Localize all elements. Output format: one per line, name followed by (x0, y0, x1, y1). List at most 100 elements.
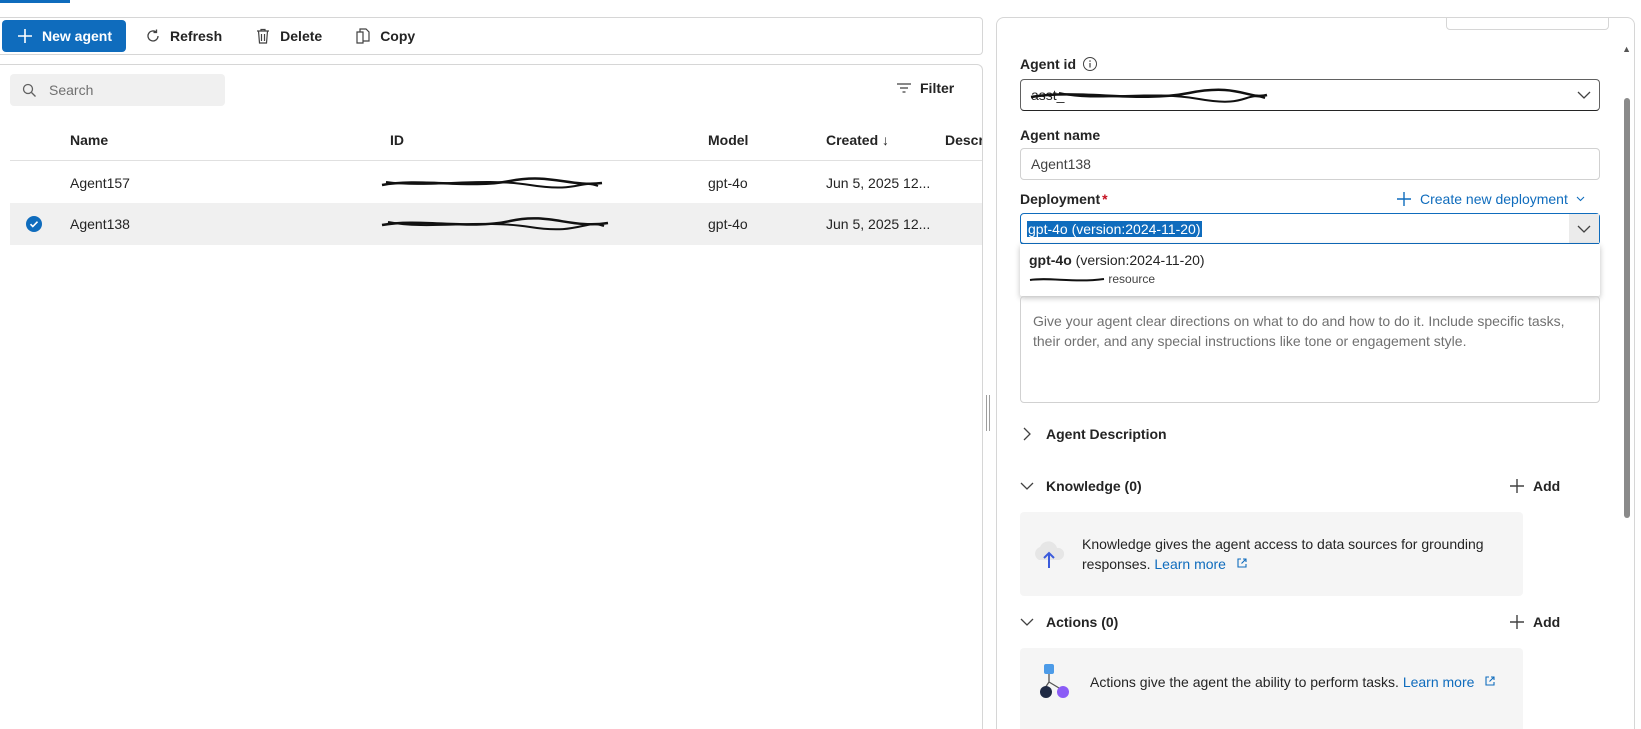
option-title: gpt-4o (version:2024-11-20) (1029, 252, 1591, 268)
checkmark-circle-icon[interactable] (26, 216, 42, 232)
deployment-label: Deployment * (1020, 191, 1108, 207)
info-icon[interactable] (1082, 56, 1098, 72)
chevron-down-icon (1020, 618, 1034, 626)
option-version: (version:2024-11-20) (1071, 252, 1205, 268)
trash-icon (257, 28, 270, 44)
scrollbar-thumb[interactable] (1624, 98, 1630, 518)
plus-icon (18, 29, 32, 43)
search-input[interactable]: Search (10, 74, 225, 106)
table-row[interactable]: Agent157 gpt-4o Jun 5, 2025 12... (10, 162, 982, 204)
deployment-value: gpt-4o (version:2024-11-20) (1027, 220, 1202, 237)
refresh-icon (147, 29, 159, 42)
knowledge-learn-more-link[interactable]: Learn more (1154, 556, 1247, 572)
filter-label: Filter (920, 80, 955, 96)
deployment-label-text: Deployment (1020, 191, 1101, 207)
model-cell: gpt-4o (708, 175, 748, 191)
instructions-textarea[interactable]: Give your agent clear directions on what… (1020, 296, 1600, 403)
redacted-id-mark (381, 177, 603, 189)
actions-learn-more-link[interactable]: Learn more (1403, 674, 1496, 690)
add-knowledge-label: Add (1533, 478, 1561, 494)
redacted-id-mark (1030, 88, 1268, 103)
knowledge-description: Knowledge gives the agent access to data… (1082, 534, 1502, 574)
agent-name-value: Agent138 (1031, 156, 1091, 172)
search-icon (22, 83, 36, 97)
knowledge-section-toggle[interactable]: Knowledge (0) (1020, 478, 1142, 494)
column-header-name[interactable]: Name (70, 132, 108, 148)
active-tab-indicator (0, 0, 70, 3)
cloud-upload-icon (1035, 541, 1065, 568)
plus-icon (1397, 192, 1411, 206)
new-agent-label: New agent (42, 28, 113, 44)
chevron-right-icon (1023, 427, 1031, 441)
option-model: gpt-4o (1029, 252, 1072, 268)
agent-name-field[interactable]: Agent138 (1020, 148, 1600, 180)
agent-description-label: Agent Description (1046, 426, 1167, 442)
agent-id-label: Agent id (1020, 56, 1098, 72)
copy-label: Copy (380, 28, 416, 44)
external-link-icon (1485, 676, 1495, 686)
chevron-down-icon[interactable] (1569, 214, 1599, 243)
agent-id-label-text: Agent id (1020, 56, 1076, 72)
agent-name-label: Agent name (1020, 127, 1101, 143)
new-agent-button[interactable]: New agent (2, 20, 127, 52)
refresh-label: Refresh (170, 28, 223, 44)
copy-icon (356, 28, 370, 44)
create-deployment-label: Create new deployment (1420, 191, 1568, 207)
chevron-down-icon (1576, 196, 1585, 202)
redacted-id-mark (381, 217, 609, 231)
add-knowledge-button[interactable]: Add (1509, 478, 1560, 494)
deployment-select[interactable]: gpt-4o (version:2024-11-20) (1020, 213, 1600, 245)
knowledge-title: Knowledge (0) (1046, 478, 1142, 494)
model-cell: gpt-4o (708, 216, 748, 232)
created-cell: Jun 5, 2025 12... (826, 216, 931, 232)
copy-button[interactable]: Copy (340, 20, 429, 52)
resource-suffix: resource (1108, 272, 1156, 286)
column-header-model[interactable]: Model (708, 132, 748, 148)
top-control-stub[interactable] (1446, 18, 1609, 30)
column-header-created[interactable]: Created ↓ (826, 132, 889, 148)
delete-label: Delete (280, 28, 323, 44)
instructions-placeholder: Give your agent clear directions on what… (1033, 313, 1565, 349)
knowledge-text: Knowledge gives the agent access to data… (1082, 536, 1484, 572)
chevron-down-icon[interactable] (1569, 80, 1599, 110)
option-resource: resource (1029, 272, 1591, 286)
learn-more-label: Learn more (1154, 556, 1226, 572)
chevron-down-icon (1020, 482, 1034, 490)
plus-icon (1510, 615, 1524, 629)
command-bar: New agent Refresh Delete Copy (0, 17, 983, 55)
filter-icon (897, 83, 911, 93)
deployment-dropdown-option[interactable]: gpt-4o (version:2024-11-20) resource (1020, 244, 1600, 296)
delete-button[interactable]: Delete (240, 20, 336, 52)
scroll-up-arrow[interactable]: ▲ (1622, 44, 1631, 54)
add-action-button[interactable]: Add (1509, 614, 1560, 630)
column-header-id[interactable]: ID (390, 132, 404, 148)
refresh-button[interactable]: Refresh (130, 20, 236, 52)
agent-description-toggle[interactable]: Agent Description (1020, 426, 1167, 442)
table-row-selected[interactable]: Agent138 gpt-4o Jun 5, 2025 12... (10, 203, 982, 245)
redacted-resource-mark (1029, 277, 1105, 282)
actions-section-toggle[interactable]: Actions (0) (1020, 614, 1118, 630)
required-mark: * (1102, 191, 1108, 207)
agent-list-panel: Search Filter Name ID Model Created ↓ De… (0, 64, 983, 729)
actions-description: Actions give the agent the ability to pe… (1090, 672, 1510, 692)
create-new-deployment-button[interactable]: Create new deployment (1396, 191, 1585, 207)
actions-text: Actions give the agent the ability to pe… (1090, 674, 1399, 690)
filter-button[interactable]: Filter (896, 80, 954, 96)
add-action-label: Add (1533, 614, 1561, 630)
search-placeholder: Search (49, 82, 94, 98)
plus-icon (1510, 479, 1524, 493)
table-header: Name ID Model Created ↓ Descr (10, 119, 982, 161)
agent-name-cell: Agent157 (70, 175, 130, 191)
agent-id-select[interactable]: asst_ (1020, 79, 1600, 111)
knowledge-info-card: Knowledge gives the agent access to data… (1020, 512, 1523, 596)
actions-info-card: Actions give the agent the ability to pe… (1020, 648, 1523, 729)
panel-resize-handle[interactable] (986, 395, 990, 431)
actions-flow-icon (1040, 664, 1069, 698)
column-header-description[interactable]: Descr (945, 132, 982, 148)
external-link-icon (1237, 558, 1247, 568)
created-cell: Jun 5, 2025 12... (826, 175, 931, 191)
agent-setup-panel: ▲ Agent id asst_ Agent name Agent138 Dep… (996, 17, 1635, 729)
actions-title: Actions (0) (1046, 614, 1119, 630)
learn-more-label: Learn more (1402, 674, 1475, 690)
agent-name-cell: Agent138 (70, 216, 130, 232)
